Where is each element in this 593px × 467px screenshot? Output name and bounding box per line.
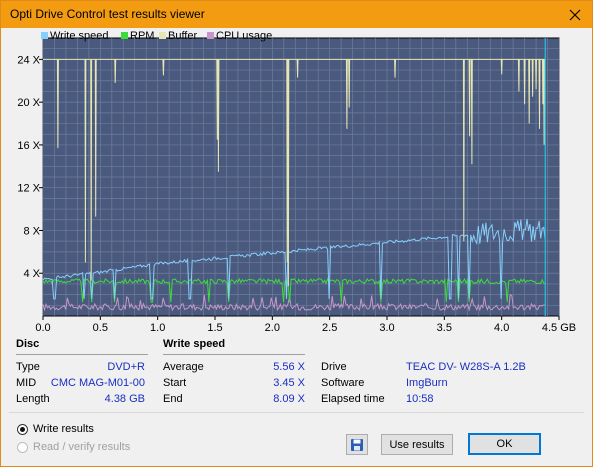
y-tick-label: 24 X bbox=[17, 54, 40, 66]
x-tick-label: 1.5 bbox=[207, 322, 222, 334]
close-button[interactable] bbox=[558, 1, 592, 28]
disc-divider bbox=[16, 354, 148, 355]
app-window: Opti Drive Control test results viewer 4… bbox=[0, 0, 593, 467]
y-tick-label: 12 X bbox=[17, 183, 40, 195]
chart-svg: 4 X 8 X 12 X 16 X 20 X 24 X 0.0 0.5 1.0 1.5 2.0 2.5… bbox=[17, 30, 576, 334]
legend-label: CPU usage bbox=[216, 30, 272, 42]
close-icon bbox=[569, 9, 581, 20]
y-tick-label: 4 X bbox=[23, 268, 40, 280]
x-tick-label: 0.5 bbox=[93, 322, 108, 334]
use-results-button[interactable]: Use results bbox=[381, 434, 453, 455]
start-value: 3.45 X bbox=[273, 377, 305, 389]
y-tick-label: 20 X bbox=[17, 97, 40, 109]
write-speed-header: Write speed bbox=[163, 338, 226, 350]
average-label: Average bbox=[163, 361, 204, 373]
bottom-divider bbox=[9, 412, 584, 413]
write-results-radio[interactable]: Write results bbox=[17, 423, 94, 435]
read-verify-label: Read / verify results bbox=[33, 441, 131, 453]
legend-swatch bbox=[207, 32, 214, 39]
disc-mid-value: CMC MAG-M01-00 bbox=[50, 377, 145, 389]
speed-chart: 4 X 8 X 12 X 16 X 20 X 24 X 0.0 0.5 1.0 1.5 2.0 2.5… bbox=[1, 29, 592, 335]
average-value: 5.56 X bbox=[273, 361, 305, 373]
legend-swatch bbox=[41, 32, 48, 39]
legend-label: Write speed bbox=[50, 30, 109, 42]
write-speed-divider bbox=[163, 354, 305, 355]
disc-type-value: DVD+R bbox=[107, 361, 145, 373]
end-label: End bbox=[163, 393, 183, 405]
end-value: 8.09 X bbox=[273, 393, 305, 405]
drive-value: TEAC DV- W28S-A 1.2B bbox=[406, 361, 526, 373]
x-tick-label: 1.0 bbox=[150, 322, 165, 334]
elapsed-time-value: 10:58 bbox=[406, 393, 434, 405]
software-value: ImgBurn bbox=[406, 377, 448, 389]
legend-swatch bbox=[121, 32, 128, 39]
y-tick-label: 16 X bbox=[17, 140, 40, 152]
start-label: Start bbox=[163, 377, 187, 389]
elapsed-time-label: Elapsed time bbox=[321, 393, 385, 405]
x-tick-label: 0.0 bbox=[35, 322, 50, 334]
legend-label: Buffer bbox=[168, 30, 197, 42]
x-tick-label: 4.0 bbox=[494, 322, 509, 334]
legend-swatch bbox=[159, 32, 166, 39]
title-bar: Opti Drive Control test results viewer bbox=[1, 1, 592, 28]
radio-selected-icon bbox=[17, 423, 28, 435]
write-results-label: Write results bbox=[33, 423, 94, 435]
disc-header: Disc bbox=[16, 338, 40, 350]
disc-mid-label: MID bbox=[16, 377, 37, 389]
x-tick-label: 2.5 bbox=[322, 322, 337, 334]
drive-label: Drive bbox=[321, 361, 347, 373]
radio-unselected-icon bbox=[17, 441, 28, 453]
save-button[interactable] bbox=[346, 434, 368, 455]
x-tick-label: 3.5 bbox=[437, 322, 452, 334]
ok-button[interactable]: OK bbox=[468, 433, 541, 455]
read-verify-radio[interactable]: Read / verify results bbox=[17, 441, 130, 453]
floppy-disk-icon bbox=[351, 438, 363, 451]
software-label: Software bbox=[321, 377, 365, 389]
x-tick-label: 4.5 GB bbox=[542, 322, 576, 334]
window-title: Opti Drive Control test results viewer bbox=[10, 7, 205, 21]
disc-length-value: 4.38 GB bbox=[104, 393, 145, 405]
x-tick-label: 2.0 bbox=[265, 322, 280, 334]
disc-type-label: Type bbox=[16, 361, 40, 373]
legend-label: RPM bbox=[130, 30, 154, 42]
y-tick-label: 8 X bbox=[23, 225, 40, 237]
disc-length-label: Length bbox=[16, 393, 50, 405]
x-tick-label: 3.0 bbox=[379, 322, 394, 334]
